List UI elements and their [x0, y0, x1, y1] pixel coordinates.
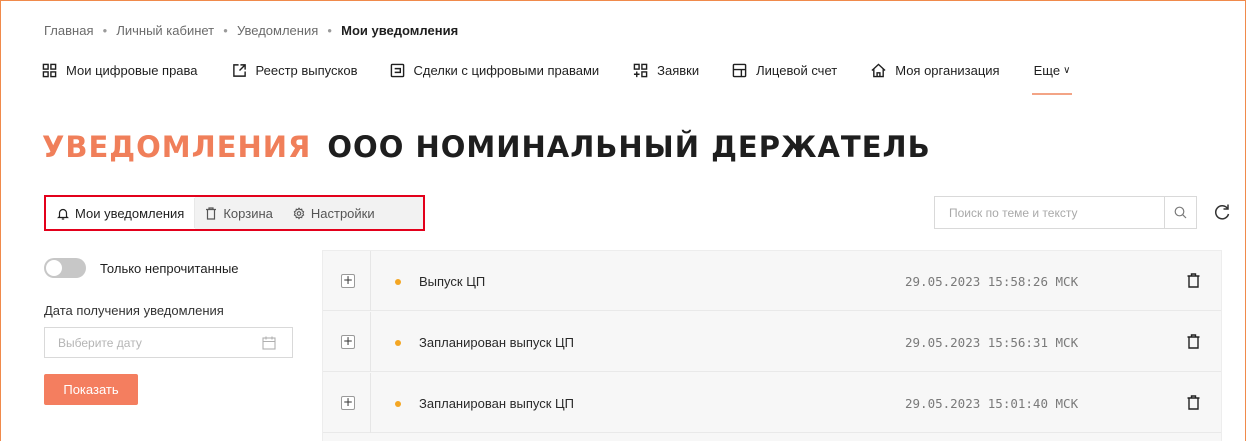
nav-item-label: Реестр выпусков: [255, 63, 358, 78]
date-filter-label: Дата получения уведомления: [44, 303, 224, 318]
breadcrumb-separator: ●: [327, 26, 333, 35]
document-icon: [390, 63, 404, 78]
bell-icon: [57, 208, 69, 220]
unread-dot: [395, 401, 401, 407]
chevron-down-icon: ∨: [1063, 65, 1071, 76]
notification-time: 29.05.2023 15:58:26 МСК: [905, 274, 1079, 289]
unread-only-label: Только непрочитанные: [100, 260, 239, 276]
nav-item-label: Лицевой счет: [756, 63, 838, 78]
unread-dot: [395, 279, 401, 285]
tab-my-notifications[interactable]: Мои уведомления: [47, 198, 196, 228]
expand-icon[interactable]: +: [341, 274, 355, 288]
notification-row[interactable]: + Запланирован выпуск ЦП 29.05.2023 15:0…: [323, 373, 1221, 433]
breadcrumb-current: Мои уведомления: [341, 23, 459, 38]
search-input[interactable]: [935, 197, 1164, 228]
search-box: [934, 196, 1197, 229]
tab-trash[interactable]: Корзина: [195, 198, 283, 228]
tab-label: Корзина: [223, 205, 273, 221]
expand-icon[interactable]: +: [341, 396, 355, 410]
trash-icon[interactable]: [1187, 334, 1200, 349]
notification-time: 29.05.2023 15:56:31 МСК: [905, 335, 1079, 350]
search-icon: [1174, 206, 1187, 219]
notification-subject[interactable]: Выпуск ЦП: [419, 274, 485, 289]
gear-icon: [293, 206, 305, 220]
nav-more-label: Еще: [1033, 63, 1061, 78]
breadcrumb-notifications[interactable]: Уведомления: [237, 23, 318, 38]
trash-icon: [206, 206, 217, 220]
calendar-icon[interactable]: [262, 336, 276, 350]
page-title-section: УВЕДОМЛЕНИЯ: [42, 130, 312, 164]
notification-row[interactable]: + Выпуск ЦП 29.05.2023 15:58:26 МСК: [323, 251, 1221, 311]
breadcrumb-account[interactable]: Личный кабинет: [116, 23, 214, 38]
breadcrumb: Главная ● Личный кабинет ● Уведомления ●…: [44, 23, 458, 38]
notification-row[interactable]: + Запланирован выпуск ЦП 29.05.2023 15:5…: [323, 312, 1221, 372]
unread-filter: Только непрочитанные: [44, 258, 239, 278]
home-icon: [871, 63, 886, 78]
tab-label: Мои уведомления: [75, 205, 185, 221]
page-title-organization: ООО НОМИНАЛЬНЫЙ ДЕРЖАТЕЛЬ: [327, 130, 931, 164]
trash-icon[interactable]: [1187, 395, 1200, 410]
tab-label: Настройки: [310, 205, 375, 221]
nav-item-label: Сделки с цифровыми правами: [413, 63, 600, 78]
date-picker: [44, 327, 293, 358]
date-input[interactable]: [45, 335, 262, 350]
notification-subject[interactable]: Запланирован выпуск ЦП: [419, 335, 574, 350]
breadcrumb-separator: ●: [223, 26, 228, 35]
main-nav: Мои цифровые права Реестр выпусков Сделк…: [42, 63, 1073, 95]
notifications-table: + Выпуск ЦП 29.05.2023 15:58:26 МСК + За…: [322, 250, 1222, 441]
nav-item-issues-registry[interactable]: Реестр выпусков: [232, 63, 358, 78]
toggle-knob: [46, 260, 62, 276]
external-link-icon: [232, 64, 246, 77]
unread-dot: [395, 340, 401, 346]
trash-icon[interactable]: [1187, 273, 1200, 288]
search-button[interactable]: [1164, 197, 1196, 228]
show-button[interactable]: Показать: [44, 374, 138, 405]
nav-more-dropdown[interactable]: Еще ∨: [1031, 63, 1073, 95]
grid-icon: [42, 63, 57, 78]
card-icon: [732, 63, 747, 78]
expand-icon[interactable]: +: [341, 335, 355, 349]
nav-item-my-organization[interactable]: Моя организация: [871, 63, 1000, 78]
tabs-inactive-group: Корзина Настройки: [195, 197, 423, 229]
nav-item-label: Заявки: [657, 63, 700, 78]
breadcrumb-home[interactable]: Главная: [44, 23, 93, 38]
breadcrumb-separator: ●: [102, 26, 108, 35]
nav-item-label: Мои цифровые права: [66, 63, 198, 78]
tab-settings[interactable]: Настройки: [283, 198, 385, 228]
unread-only-toggle[interactable]: [44, 258, 86, 278]
refresh-icon[interactable]: [1212, 202, 1232, 222]
nav-item-label: Моя организация: [895, 63, 1000, 78]
page-title: УВЕДОМЛЕНИЯ ООО НОМИНАЛЬНЫЙ ДЕРЖАТЕЛЬ: [42, 130, 931, 164]
grid-plus-icon: [633, 63, 648, 78]
notification-tabs: Мои уведомления Корзина Настройки: [44, 195, 425, 231]
notification-subject[interactable]: Запланирован выпуск ЦП: [419, 396, 574, 411]
nav-item-digital-rights[interactable]: Мои цифровые права: [42, 63, 198, 78]
notification-time: 29.05.2023 15:01:40 МСК: [905, 396, 1079, 411]
nav-item-personal-account[interactable]: Лицевой счет: [732, 63, 837, 78]
nav-active-underline: [1031, 93, 1073, 95]
nav-item-requests[interactable]: Заявки: [633, 63, 699, 78]
nav-item-deals[interactable]: Сделки с цифровыми правами: [390, 63, 600, 78]
